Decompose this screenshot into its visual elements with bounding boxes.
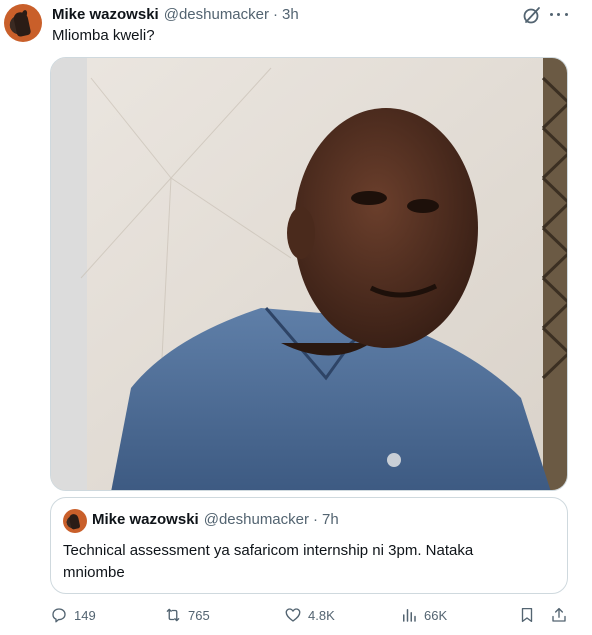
action-bar: 149 765 4.8K 66K <box>50 603 572 627</box>
reply-button[interactable]: 149 <box>50 603 96 627</box>
share-icon <box>552 607 566 622</box>
man-in-denim-photo <box>51 58 567 490</box>
like-count: 4.8K <box>308 607 335 623</box>
quoted-separator-dot: · <box>313 511 318 528</box>
quoted-author-handle: @deshumacker <box>203 511 309 528</box>
quoted-time: 7h <box>322 511 339 528</box>
tweet-header: Mike wazowski @deshumacker · 3h <box>52 4 299 24</box>
author-handle[interactable]: @deshumacker <box>164 6 269 23</box>
quoted-tweet[interactable]: Mike wazowski @deshumacker · 7h Technica… <box>50 497 568 594</box>
tweet-text: Mliomba kweli? <box>52 27 155 44</box>
bookmark-icon <box>521 607 533 623</box>
retweet-icon <box>166 608 180 622</box>
quoted-avatar <box>63 509 87 533</box>
tweet-photo[interactable] <box>50 57 568 491</box>
retweet-button[interactable]: 765 <box>164 603 210 627</box>
separator-dot: · <box>273 5 278 23</box>
quoted-header: Mike wazowski @deshumacker · 7h <box>92 511 339 528</box>
reply-count: 149 <box>74 607 96 623</box>
tweet-time[interactable]: 3h <box>282 6 299 23</box>
author-name[interactable]: Mike wazowski <box>52 6 159 23</box>
share-button[interactable] <box>550 603 568 627</box>
views-button[interactable]: 66K <box>400 603 447 627</box>
views-count: 66K <box>424 607 448 623</box>
quoted-author-name: Mike wazowski <box>92 511 199 528</box>
avatar[interactable] <box>4 4 42 42</box>
like-button[interactable]: 4.8K <box>284 603 335 627</box>
reply-icon <box>52 608 66 623</box>
retweet-count: 765 <box>188 607 210 623</box>
grok-slash-icon[interactable] <box>522 5 542 25</box>
like-icon <box>285 608 301 622</box>
quoted-text: Technical assessment ya safaricom intern… <box>63 542 474 581</box>
more-icon[interactable] <box>548 4 570 24</box>
bookmark-button[interactable] <box>518 603 536 627</box>
views-icon <box>403 609 416 622</box>
